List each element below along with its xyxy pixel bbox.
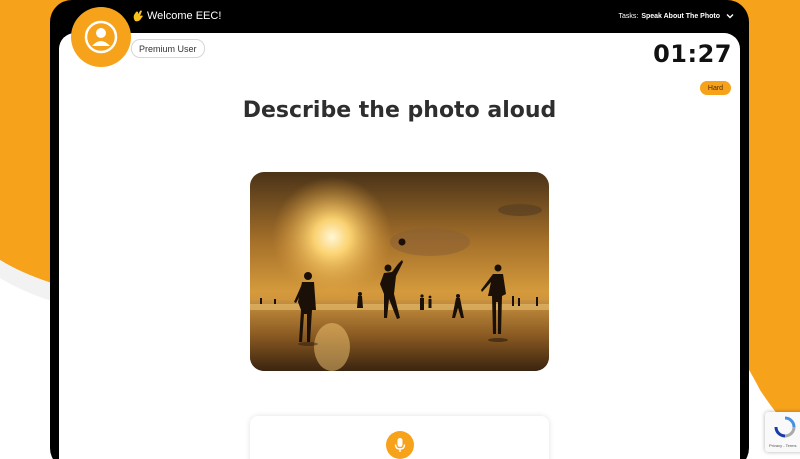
premium-user-badge: Premium User [131, 39, 205, 58]
record-panel [250, 416, 549, 459]
page-title: Describe the photo aloud [242, 98, 557, 123]
difficulty-badge: Hard [700, 81, 731, 95]
recaptcha-badge[interactable]: Privacy - Terms [765, 412, 800, 452]
recaptcha-links[interactable]: Privacy - Terms [769, 443, 796, 448]
tasks-value: Speak About The Photo [641, 12, 720, 20]
tasks-dropdown[interactable]: Tasks: Speak About The Photo [618, 12, 734, 20]
waving-hand-icon [133, 10, 143, 22]
user-avatar[interactable] [71, 7, 131, 67]
user-avatar-icon [84, 20, 118, 54]
microphone-icon [394, 438, 406, 452]
beach-sunset-photo [250, 172, 549, 371]
welcome-message: Welcome EEC! [132, 10, 221, 22]
recaptcha-icon [774, 416, 796, 438]
record-button[interactable] [386, 431, 414, 459]
task-photo [250, 172, 549, 371]
welcome-text: Welcome EEC! [147, 10, 222, 22]
tasks-label: Tasks: [618, 12, 639, 20]
page: Welcome EEC! Tasks: Speak About The Phot… [0, 0, 800, 459]
chevron-down-icon [726, 14, 734, 19]
countdown-timer: 01:27 [653, 40, 732, 68]
